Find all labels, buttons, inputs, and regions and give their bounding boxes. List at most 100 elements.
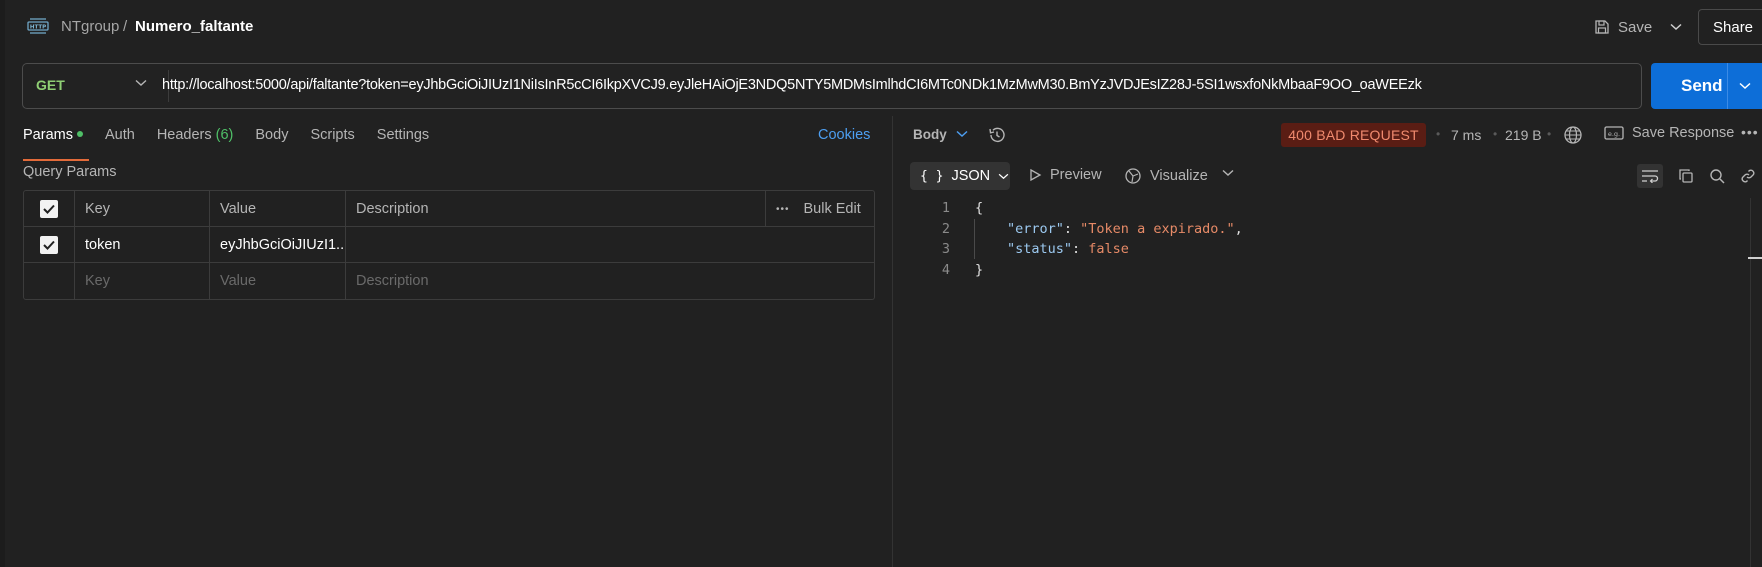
chevron-down-icon[interactable] (956, 130, 968, 138)
method-select[interactable]: GET (36, 77, 65, 93)
more-icon: ••• (776, 203, 790, 215)
more-options-icon[interactable]: ••• (1741, 124, 1759, 140)
wrap-lines-button[interactable] (1637, 164, 1663, 188)
preview-button[interactable]: Preview (1028, 167, 1102, 183)
left-edge (0, 0, 5, 567)
search-icon (1710, 169, 1725, 184)
json-line-error: "error": "Token a expirado.", (1007, 220, 1243, 237)
tab-headers-label: Headers (156, 127, 212, 143)
column-header-description: Description (345, 191, 765, 227)
breadcrumb-workspace[interactable]: NTgroup (61, 18, 119, 35)
headers-count: (6) (215, 127, 234, 143)
tab-scripts[interactable]: Scripts (310, 127, 354, 153)
chevron-down-icon (998, 173, 1009, 179)
history-icon[interactable] (987, 125, 1007, 145)
save-button[interactable]: Save (1594, 14, 1652, 40)
table-row-new: Key Value Description (24, 263, 874, 299)
select-all-checkbox[interactable] (40, 200, 58, 218)
scrollbar-marker[interactable] (1748, 257, 1762, 259)
breadcrumb-separator: / (123, 18, 128, 35)
meta-separator: • (1547, 127, 1552, 141)
cookies-link[interactable]: Cookies (818, 127, 870, 143)
tab-auth[interactable]: Auth (105, 127, 135, 153)
visualize-label: Visualize (1150, 168, 1208, 184)
url-input[interactable]: http://localhost:5000/api/faltante?token… (162, 77, 1422, 93)
select-all-cell (24, 191, 74, 227)
params-active-dot (76, 131, 83, 137)
json-key-status: "status" (1007, 241, 1073, 257)
format-label: JSON (951, 168, 991, 184)
search-button[interactable] (1704, 164, 1730, 188)
chevron-down-icon[interactable] (1222, 169, 1234, 177)
new-value-input[interactable]: Value (209, 263, 345, 299)
save-icon (1595, 20, 1609, 34)
param-enabled-checkbox[interactable] (40, 236, 58, 254)
copy-icon (1679, 169, 1693, 183)
response-time[interactable]: 7 ms (1451, 127, 1481, 143)
svg-text:e.g.: e.g. (1608, 130, 1620, 138)
column-header-key: Key (74, 191, 209, 227)
query-params-table: Key Value Description ••• Bulk Edit toke… (23, 190, 875, 300)
json-line-status: "status": false (1007, 241, 1129, 257)
visualize-button[interactable]: Visualize (1124, 167, 1208, 185)
chevron-down-icon (1739, 82, 1751, 90)
http-request-icon: HTTP (27, 17, 49, 35)
new-description-input[interactable]: Description (345, 263, 765, 299)
meta-separator: • (1493, 127, 1498, 141)
save-label: Save (1618, 18, 1653, 36)
line-number: 2 (941, 220, 950, 237)
wrap-lines-icon (1642, 170, 1659, 183)
chevron-down-icon[interactable] (135, 79, 147, 87)
vertical-scrollbar[interactable] (1750, 198, 1751, 567)
param-value-input[interactable]: eyJhbGciOiJIUzI1... (209, 227, 345, 263)
check-icon (43, 204, 55, 214)
line-number: 1 (941, 200, 950, 216)
format-select[interactable]: { } JSON (910, 162, 1010, 190)
tab-settings[interactable]: Settings (377, 127, 429, 153)
play-icon (1030, 168, 1042, 182)
globe-icon[interactable] (1563, 125, 1583, 145)
json-value-error: "Token a expirado." (1080, 220, 1235, 237)
link-button[interactable] (1736, 164, 1760, 188)
column-header-value: Value (209, 191, 345, 227)
svg-text:HTTP: HTTP (30, 25, 46, 31)
line-number: 4 (941, 261, 950, 278)
json-value-status: false (1088, 241, 1129, 257)
row-check-cell (24, 227, 74, 263)
pane-divider[interactable] (892, 116, 893, 567)
save-example-icon: e.g. (1604, 126, 1624, 140)
query-params-title: Query Params (23, 164, 117, 180)
save-response-button[interactable]: e.g. Save Response (1604, 125, 1734, 141)
save-options-button[interactable] (1664, 14, 1688, 40)
response-size[interactable]: 219 B (1505, 127, 1542, 143)
bulk-edit-label: Bulk Edit (803, 201, 861, 217)
new-key-input[interactable]: Key (74, 263, 209, 299)
request-name[interactable]: Numero_faltante (135, 18, 253, 35)
postman-window: HTTP NTgroup / Numero_faltante Save Shar… (0, 0, 1762, 567)
json-braces-icon: { } (920, 168, 944, 184)
preview-label: Preview (1050, 167, 1102, 183)
meta-separator: • (1436, 127, 1441, 141)
check-icon (43, 240, 55, 250)
copy-button[interactable] (1673, 164, 1699, 188)
chevron-down-icon (1670, 23, 1682, 31)
tab-body[interactable]: Body (255, 127, 288, 153)
save-response-label: Save Response (1632, 125, 1735, 141)
link-icon (1741, 169, 1755, 183)
status-badge[interactable]: 400 BAD REQUEST (1281, 123, 1426, 147)
json-key-error: "error" (1007, 220, 1064, 237)
tab-params-label: Params (23, 127, 73, 143)
visualize-icon (1125, 168, 1141, 184)
request-header: HTTP NTgroup / Numero_faltante Save Shar… (0, 0, 1762, 54)
param-key-input[interactable]: token (74, 227, 209, 263)
param-description-input[interactable] (345, 227, 765, 263)
bulk-edit-button[interactable]: ••• Bulk Edit (765, 191, 876, 227)
share-button[interactable]: Share (1698, 9, 1762, 45)
response-body-select[interactable]: Body (913, 127, 947, 142)
line-number: 3 (941, 241, 950, 257)
tab-params[interactable]: Params (23, 127, 89, 161)
row-check-cell-empty (24, 263, 74, 299)
tab-headers[interactable]: Headers (6) (157, 127, 234, 153)
json-close-brace: } (975, 261, 984, 278)
send-options-button[interactable] (1727, 63, 1762, 109)
